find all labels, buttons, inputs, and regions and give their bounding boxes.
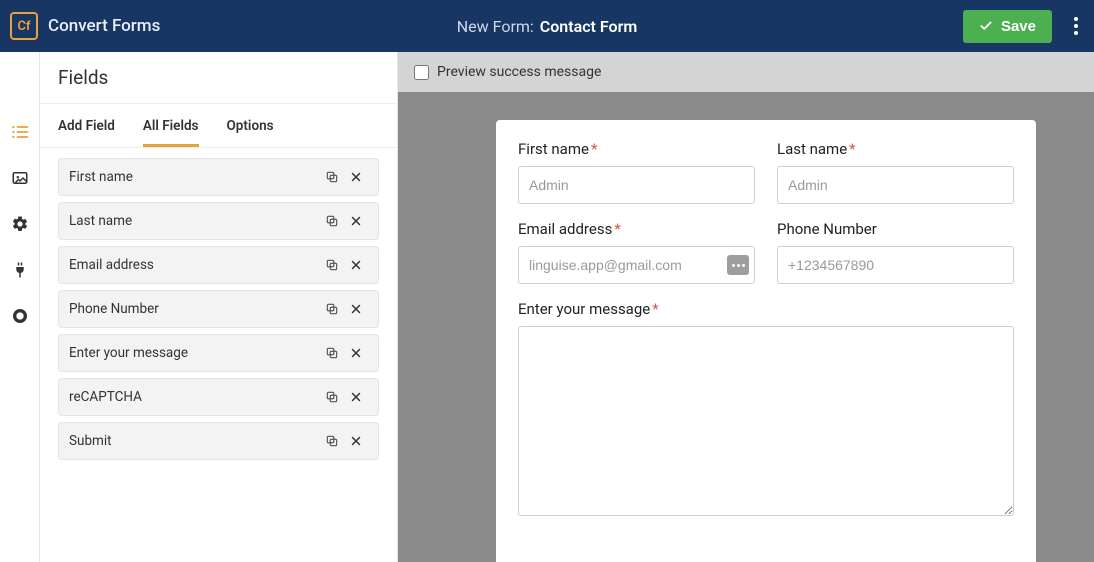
form-preview: First name* Last name* Email address* (496, 120, 1036, 562)
duplicate-icon[interactable] (320, 302, 344, 316)
image-icon[interactable] (10, 168, 30, 188)
preview-success-checkbox[interactable] (414, 65, 429, 80)
required-asterisk: * (614, 220, 620, 238)
duplicate-icon[interactable] (320, 170, 344, 184)
field-item-label: Phone Number (69, 301, 320, 317)
field-item-label: Submit (69, 433, 320, 449)
email-input[interactable] (518, 246, 755, 284)
duplicate-icon[interactable] (320, 258, 344, 272)
more-menu-button[interactable] (1068, 11, 1084, 41)
phone-label: Phone Number (777, 220, 1014, 238)
panel-title: Fields (40, 52, 397, 104)
fields-panel: Fields Add Field All Fields Options Firs… (40, 52, 398, 562)
delete-icon[interactable] (344, 391, 368, 403)
delete-icon[interactable] (344, 259, 368, 271)
field-item[interactable]: Email address (58, 246, 379, 284)
tab-options[interactable]: Options (227, 104, 274, 147)
required-asterisk: * (652, 300, 658, 318)
brand: Cf Convert Forms (10, 12, 160, 40)
field-item[interactable]: First name (58, 158, 379, 196)
tab-add-field[interactable]: Add Field (58, 104, 115, 147)
field-item[interactable]: reCAPTCHA (58, 378, 379, 416)
field-item-label: Last name (69, 213, 320, 229)
last-name-label: Last name* (777, 140, 1014, 158)
page-title: New Form: Contact Form (457, 17, 638, 36)
duplicate-icon[interactable] (320, 346, 344, 360)
brand-name: Convert Forms (48, 16, 160, 36)
field-item[interactable]: Last name (58, 202, 379, 240)
canvas-area: Preview success message First name* Last… (398, 52, 1094, 562)
message-textarea[interactable] (518, 326, 1014, 516)
check-icon (979, 19, 993, 33)
gear-icon[interactable] (10, 214, 30, 234)
last-name-input[interactable] (777, 166, 1014, 204)
required-asterisk: * (849, 140, 855, 158)
delete-icon[interactable] (344, 303, 368, 315)
delete-icon[interactable] (344, 435, 368, 447)
field-list: First name Last name Email address Phone… (40, 148, 397, 470)
field-item[interactable]: Enter your message (58, 334, 379, 372)
delete-icon[interactable] (344, 215, 368, 227)
required-asterisk: * (591, 140, 597, 158)
field-item-label: First name (69, 169, 320, 185)
duplicate-icon[interactable] (320, 214, 344, 228)
delete-icon[interactable] (344, 171, 368, 183)
autofill-icon[interactable] (727, 255, 749, 275)
field-item-label: Enter your message (69, 345, 320, 361)
circle-icon[interactable] (10, 306, 30, 326)
save-button-label: Save (1001, 18, 1036, 35)
first-name-input[interactable] (518, 166, 755, 204)
phone-input[interactable] (777, 246, 1014, 284)
first-name-label: First name* (518, 140, 755, 158)
page-title-prefix: New Form: (457, 17, 534, 36)
field-item[interactable]: Submit (58, 422, 379, 460)
email-label: Email address* (518, 220, 755, 238)
page-title-name: Contact Form (540, 17, 637, 36)
field-item-label: reCAPTCHA (69, 389, 320, 405)
message-label: Enter your message* (518, 300, 1014, 318)
plug-icon[interactable] (10, 260, 30, 280)
panel-tabs: Add Field All Fields Options (40, 104, 397, 148)
side-rail (0, 52, 40, 562)
app-header: Cf Convert Forms New Form: Contact Form … (0, 0, 1094, 52)
list-icon[interactable] (10, 122, 30, 142)
delete-icon[interactable] (344, 347, 368, 359)
field-item[interactable]: Phone Number (58, 290, 379, 328)
canvas-toolbar: Preview success message (398, 52, 1094, 92)
brand-badge: Cf (10, 12, 38, 40)
preview-success-label: Preview success message (437, 64, 601, 80)
duplicate-icon[interactable] (320, 434, 344, 448)
tab-all-fields[interactable]: All Fields (143, 104, 199, 147)
duplicate-icon[interactable] (320, 390, 344, 404)
save-button[interactable]: Save (963, 10, 1052, 43)
field-item-label: Email address (69, 257, 320, 273)
